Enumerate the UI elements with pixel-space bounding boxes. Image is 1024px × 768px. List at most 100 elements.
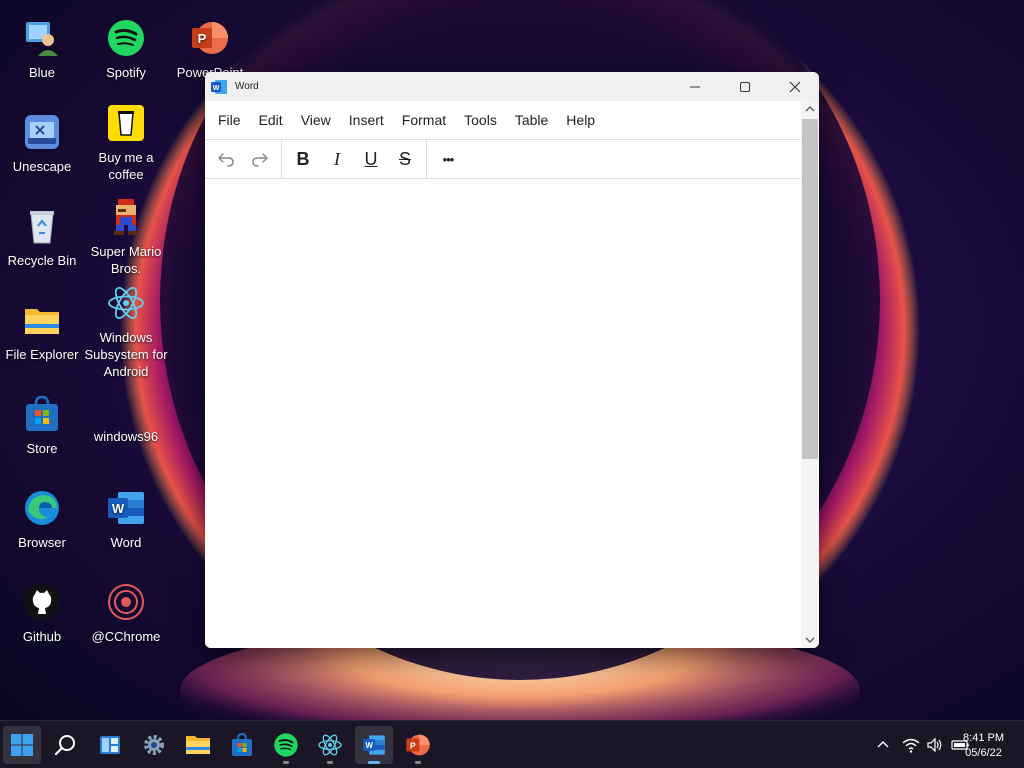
desktop-icon-spotify[interactable]: Spotify	[84, 18, 168, 81]
desktop-icon-file-explorer[interactable]: File Explorer	[0, 300, 84, 363]
menu-edit[interactable]: Edit	[250, 101, 292, 139]
close-icon	[789, 81, 801, 92]
menu-bar: File Edit View Insert Format Tools Table…	[205, 101, 819, 139]
taskbar: W P 8:41 PM 05/6/22	[0, 720, 1024, 768]
desktop-icon-label: Github	[22, 629, 62, 644]
desktop-icon-label: Browser	[18, 535, 66, 550]
spotify-icon	[108, 20, 144, 56]
desktop-icon-label: windows96	[93, 429, 159, 444]
folder-icon	[25, 309, 59, 334]
scroll-up-arrow-icon[interactable]	[804, 103, 816, 115]
redo-icon	[252, 153, 268, 167]
menu-insert[interactable]: Insert	[340, 101, 393, 139]
redo-button[interactable]	[243, 142, 277, 176]
taskbar-settings-button[interactable]	[135, 726, 173, 764]
desktop-icon-label: Blue	[28, 65, 56, 80]
recycle-bin-icon	[30, 211, 54, 244]
document-editor[interactable]	[205, 180, 801, 648]
edge-browser-icon	[25, 491, 59, 525]
toolbar-divider	[426, 140, 427, 178]
desktop-icon-recycle-bin[interactable]: Recycle Bin	[0, 206, 84, 269]
spotify-icon	[274, 733, 298, 757]
minimize-icon	[690, 86, 700, 87]
gear-icon	[144, 735, 164, 755]
taskbar-android-subsystem-button[interactable]	[311, 726, 349, 764]
scrollbar-thumb[interactable]	[802, 119, 818, 459]
taskbar-word-button[interactable]: W	[355, 726, 393, 764]
maximize-button[interactable]	[721, 72, 769, 101]
desktop-icon-label: File Explorer	[5, 347, 79, 362]
desktop-icon-browser[interactable]: Browser	[0, 488, 84, 551]
running-indicator	[415, 761, 421, 764]
clock-date: 05/6/22	[965, 747, 1002, 759]
chevron-up-icon[interactable]	[874, 736, 892, 754]
powerpoint-icon: P	[192, 22, 228, 54]
start-button[interactable]	[3, 726, 41, 764]
taskbar-search-button[interactable]	[47, 726, 85, 764]
undo-button[interactable]	[209, 142, 243, 176]
desktop-icon-unescape[interactable]: Unescape	[0, 112, 84, 175]
desktop-icon-label: Recycle Bin	[7, 253, 77, 268]
mario-icon	[114, 199, 138, 235]
volume-icon[interactable]	[926, 736, 944, 754]
desktop-icon-buy-me-a-coffee[interactable]: Buy me a coffee	[84, 103, 168, 183]
svg-text:P: P	[198, 31, 207, 46]
desktop-icon-label: Store	[26, 441, 58, 456]
maximize-icon	[740, 81, 750, 92]
bold-button[interactable]: B	[286, 142, 320, 176]
desktop-icon-label: Unescape	[12, 159, 72, 174]
running-indicator	[283, 761, 289, 764]
desktop-icon-label: Buy me a coffee	[98, 150, 154, 182]
taskbar-spotify-button[interactable]	[267, 726, 305, 764]
minimize-button[interactable]	[671, 72, 719, 101]
menu-tools[interactable]: Tools	[455, 101, 506, 139]
wifi-icon[interactable]	[902, 736, 920, 754]
desktop-icon-label: Windows Subsystem for Android	[84, 330, 168, 379]
taskbar-powerpoint-button[interactable]: P	[399, 726, 437, 764]
folder-icon	[186, 736, 210, 754]
title-bar[interactable]: W Word	[205, 72, 819, 101]
running-indicator	[327, 761, 333, 764]
desktop-icon-cchrome[interactable]: @CChrome	[84, 582, 168, 645]
svg-text:P: P	[410, 740, 416, 750]
toolbar-divider	[281, 140, 282, 178]
vertical-scrollbar[interactable]	[801, 101, 819, 648]
menu-help[interactable]: Help	[557, 101, 604, 139]
undo-icon	[218, 153, 234, 167]
taskbar-widgets-button[interactable]	[91, 726, 129, 764]
desktop-icon-windows-subsystem-for-android[interactable]: Windows Subsystem for Android	[84, 283, 168, 380]
active-indicator	[368, 761, 380, 764]
desktop-icon-word[interactable]: W Word	[84, 488, 168, 551]
menu-view[interactable]: View	[292, 101, 340, 139]
desktop-icon-label: Super Mario Bros.	[90, 244, 162, 276]
react-atom-icon	[108, 287, 144, 319]
powerpoint-icon: P	[406, 734, 430, 756]
menu-format[interactable]: Format	[393, 101, 455, 139]
github-octocat-icon	[24, 584, 60, 620]
desktop-icon-store[interactable]: Store	[0, 394, 84, 457]
desktop-icon-super-mario-bros[interactable]: Super Mario Bros.	[84, 197, 168, 277]
word-window[interactable]: W Word File Edit View Insert Format Tool…	[205, 72, 819, 648]
underline-button[interactable]: U	[354, 142, 388, 176]
scroll-down-arrow-icon[interactable]	[804, 634, 816, 646]
cchrome-icon	[108, 584, 144, 620]
italic-button[interactable]: I	[320, 142, 354, 176]
desktop-icon-github[interactable]: Github	[0, 582, 84, 645]
svg-text:W: W	[213, 85, 220, 92]
word-icon: W	[211, 79, 227, 94]
coffee-cup-icon	[108, 105, 144, 141]
desktop-icon-windows96[interactable]: windows96	[84, 394, 168, 445]
strikethrough-button[interactable]: S	[388, 142, 422, 176]
taskbar-file-explorer-button[interactable]	[179, 726, 217, 764]
taskbar-clock[interactable]: 8:41 PM 05/6/22	[963, 731, 1004, 761]
close-button[interactable]	[771, 72, 819, 101]
more-options-button[interactable]: •••	[431, 142, 465, 176]
menu-file[interactable]: File	[209, 101, 250, 139]
taskbar-store-button[interactable]	[223, 726, 261, 764]
desktop-icon-blue[interactable]: Blue	[0, 18, 84, 81]
menu-table[interactable]: Table	[506, 101, 557, 139]
window-title: Word	[235, 81, 259, 92]
system-tray: 8:41 PM 05/6/22	[824, 721, 1024, 768]
store-bag-icon	[26, 395, 58, 431]
unescape-icon	[25, 115, 59, 149]
